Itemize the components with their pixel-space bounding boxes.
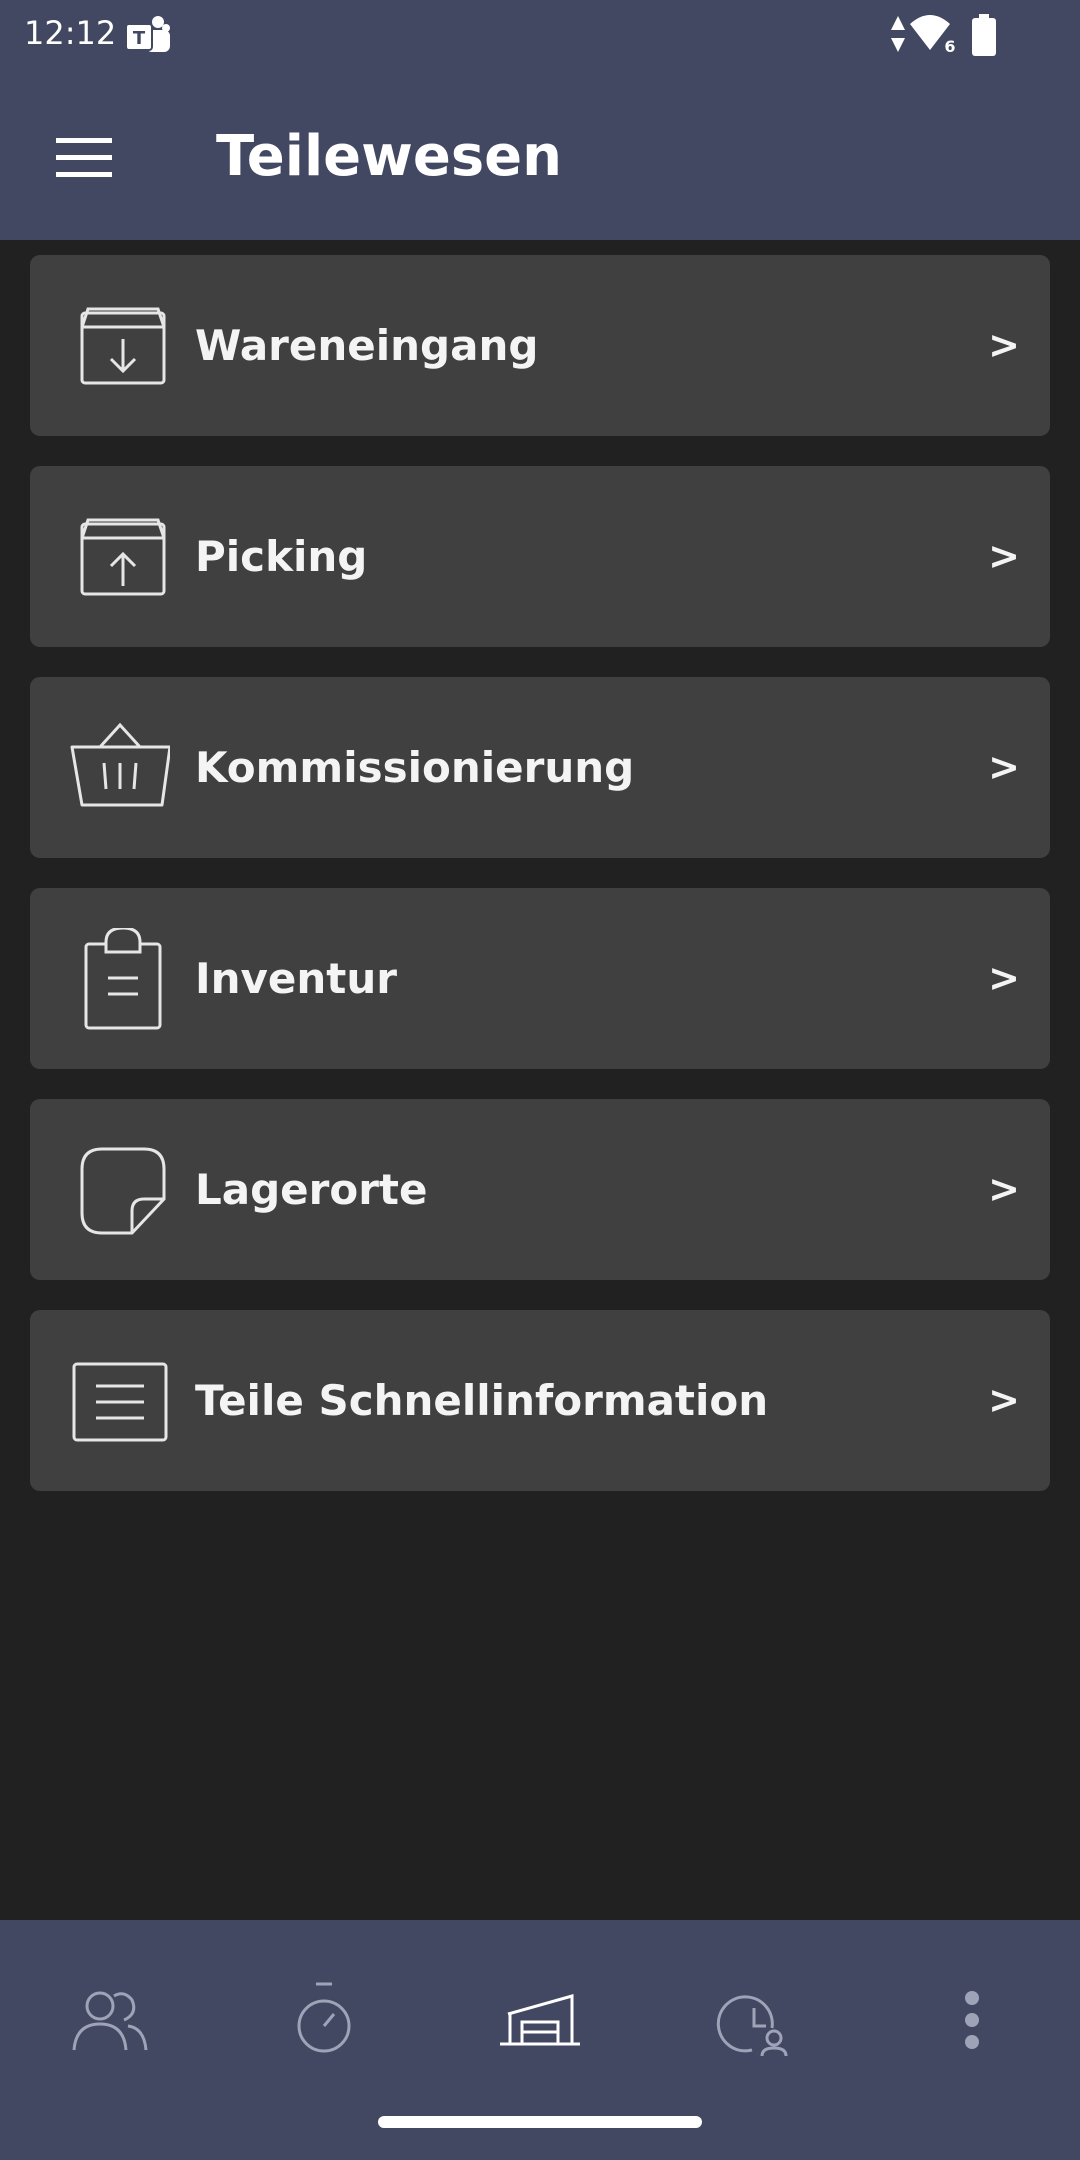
nav-time-tracking[interactable] (696, 1970, 816, 2070)
nav-stopwatch[interactable] (264, 1970, 384, 2070)
menu-item-picking[interactable]: Picking > (30, 466, 1050, 647)
nav-more[interactable] (912, 1970, 1032, 2070)
app-bar: Teilewesen (0, 72, 1080, 240)
chevron-right-icon: > (988, 323, 1020, 367)
chevron-right-icon: > (988, 956, 1020, 1000)
signal-arrows-icon (891, 16, 905, 52)
users-icon (72, 1991, 148, 2051)
basket-icon (70, 722, 170, 807)
chevron-right-icon: > (988, 1378, 1020, 1422)
box-download-icon (80, 307, 166, 385)
chevron-right-icon: > (988, 534, 1020, 578)
more-vertical-icon (965, 1991, 979, 2049)
box-upload-icon (80, 518, 166, 596)
menu-item-label: Inventur (195, 954, 397, 1003)
chevron-right-icon: > (988, 745, 1020, 789)
menu-item-label: Teile Schnellinformation (195, 1376, 769, 1425)
warehouse-icon (500, 1994, 580, 2046)
menu-item-kommissionierung[interactable]: Kommissionierung > (30, 677, 1050, 858)
status-bar: 12:12 T 6 (0, 0, 1080, 72)
menu-item-teile-schnellinformation[interactable]: Teile Schnellinformation > (30, 1310, 1050, 1491)
menu-item-wareneingang[interactable]: Wareneingang > (30, 255, 1050, 436)
hamburger-menu-icon[interactable] (44, 128, 116, 184)
battery-icon (972, 14, 996, 56)
home-indicator[interactable] (378, 2116, 702, 2128)
svg-text:T: T (133, 28, 146, 49)
menu-list: Wareneingang > Picking > Kommissionierun… (30, 255, 1050, 1521)
page-title: Teilewesen (216, 124, 563, 189)
menu-item-label: Lagerorte (195, 1165, 428, 1214)
chevron-right-icon: > (988, 1167, 1020, 1211)
clipboard-icon (84, 928, 162, 1030)
status-time: 12:12 (24, 14, 117, 52)
nav-users[interactable] (48, 1970, 168, 2070)
teams-icon: T (125, 16, 170, 52)
menu-item-inventur[interactable]: Inventur > (30, 888, 1050, 1069)
network-label: 6 (944, 37, 955, 56)
time-user-icon (716, 1995, 788, 2057)
menu-item-label: Wareneingang (195, 321, 539, 370)
menu-item-label: Picking (195, 532, 368, 581)
document-lines-icon (72, 1362, 168, 1442)
sticky-note-icon (80, 1147, 166, 1235)
menu-item-label: Kommissionierung (195, 743, 635, 792)
stopwatch-icon (297, 1982, 351, 2053)
nav-warehouse[interactable] (480, 1970, 600, 2070)
wifi-icon: 6 (910, 15, 956, 56)
menu-item-lagerorte[interactable]: Lagerorte > (30, 1099, 1050, 1280)
